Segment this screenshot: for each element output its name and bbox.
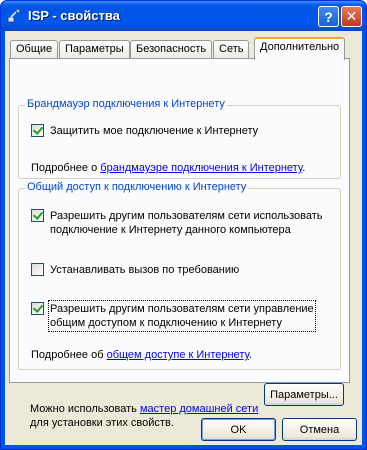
firewall-more-suffix: .: [302, 162, 306, 174]
tab-networking[interactable]: Сеть: [213, 40, 250, 58]
network-connection-icon: [7, 8, 23, 24]
settings-button[interactable]: Параметры...: [264, 383, 344, 406]
cancel-button[interactable]: Отмена: [282, 418, 357, 441]
home-network-wizard-link[interactable]: мастер домашней сети: [140, 403, 258, 415]
sharing-group-title: Общий доступ к подключению к Интернету: [25, 181, 249, 193]
allow-sharing-label: Разрешить другим пользователям сети испо…: [50, 209, 323, 237]
sharing-group: Общий доступ к подключению к Интернету Р…: [18, 181, 341, 370]
allow-sharing-checkbox[interactable]: [31, 209, 44, 222]
protect-connection-checkbox[interactable]: [31, 124, 44, 137]
tab-strip: Общие Параметры Безопасность Сеть Дополн…: [10, 37, 360, 60]
dial-on-demand-checkbox[interactable]: [31, 263, 44, 276]
tab-advanced[interactable]: Дополнительно: [254, 37, 346, 60]
sharing-more-suffix: .: [248, 349, 252, 361]
firewall-more-info: Подробнее о брандмауэре подключения к Ин…: [31, 161, 305, 175]
ok-button[interactable]: OK: [201, 418, 276, 441]
tab-general[interactable]: Общие: [10, 40, 59, 58]
allow-sharing-checkbox-row[interactable]: Разрешить другим пользователям сети испо…: [31, 209, 323, 237]
properties-dialog: ISP - свойства ? ✕ Общие Параметры Безоп…: [0, 0, 367, 450]
protect-connection-label: Защитить мое подключение к Интернету: [50, 125, 259, 137]
wizard-line2: для установки этих свойств.: [30, 417, 174, 429]
firewall-help-link[interactable]: брандмауэре подключения к Интернету: [100, 162, 302, 174]
allow-control-checkbox-row[interactable]: Разрешить другим пользователям сети упра…: [31, 300, 316, 332]
dialog-client-area: Общие Параметры Безопасность Сеть Дополн…: [5, 31, 362, 445]
protect-connection-checkbox-row[interactable]: Защитить мое подключение к Интернету: [31, 124, 258, 138]
firewall-group-title: Брандмауэр подключения к Интернету: [25, 98, 227, 110]
sharing-more-prefix: Подробнее об: [31, 349, 107, 361]
close-button[interactable]: ✕: [341, 6, 362, 27]
firewall-group: Брандмауэр подключения к Интернету Защит…: [18, 98, 341, 179]
dial-on-demand-checkbox-row[interactable]: Устанавливать вызов по требованию: [31, 263, 239, 277]
allow-control-label: Разрешить другим пользователям сети упра…: [48, 300, 316, 332]
allow-control-line1: Разрешить другим пользователям сети упра…: [50, 303, 314, 315]
sharing-more-info: Подробнее об общем доступе к Интернету.: [31, 348, 252, 362]
help-button[interactable]: ?: [318, 6, 339, 27]
wizard-prefix: Можно использовать: [30, 403, 140, 415]
title-bar[interactable]: ISP - свойства ? ✕: [1, 1, 366, 31]
window-title: ISP - свойства: [28, 8, 120, 23]
sharing-help-link[interactable]: общем доступе к Интернету: [107, 349, 249, 361]
tab-options[interactable]: Параметры: [59, 40, 130, 58]
allow-sharing-line1: Разрешить другим пользователям сети испо…: [50, 210, 323, 222]
allow-control-line2: общим доступом к подключению к Интернету: [50, 317, 282, 329]
allow-sharing-line2: подключение к Интернету данного компьюте…: [50, 224, 291, 236]
help-icon: ?: [324, 8, 333, 25]
advanced-tab-panel: Брандмауэр подключения к Интернету Защит…: [9, 58, 350, 429]
dial-on-demand-label: Устанавливать вызов по требованию: [50, 264, 240, 276]
firewall-more-prefix: Подробнее о: [31, 162, 101, 174]
close-icon: ✕: [345, 8, 358, 24]
allow-control-checkbox[interactable]: [31, 302, 44, 315]
tab-security[interactable]: Безопасность: [130, 40, 213, 58]
